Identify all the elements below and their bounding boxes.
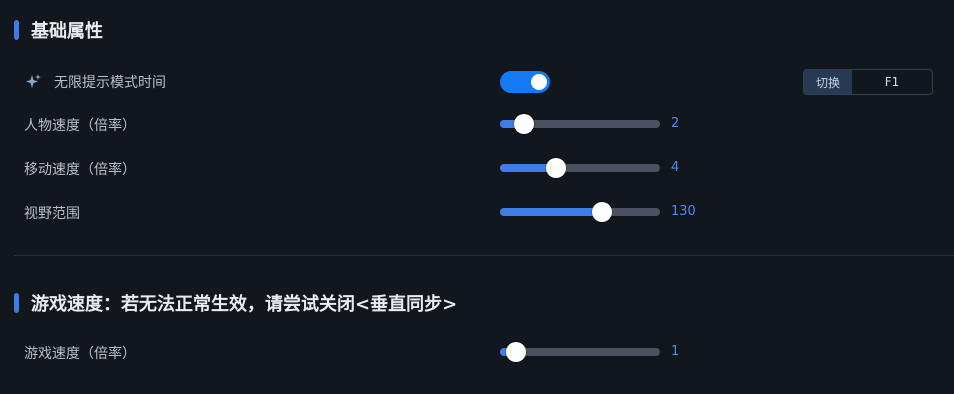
section-divider <box>14 255 954 256</box>
setting-label: 移动速度（倍率） <box>24 162 136 178</box>
section-title-basic: 基础属性 <box>14 17 103 43</box>
section-accent-bar <box>14 293 19 313</box>
hotkey-binding[interactable]: 切换 F1 <box>803 69 933 95</box>
setting-row-view-range: 视野范围 130 <box>24 198 934 228</box>
sparkle-icon <box>26 74 41 88</box>
slider-thumb[interactable] <box>546 158 566 178</box>
setting-label: 人物速度（倍率） <box>24 118 136 134</box>
section-title-game-speed: 游戏速度：若无法正常生效，请尝试关闭<垂直同步> <box>14 290 457 316</box>
section-title-text: 游戏速度：若无法正常生效，请尝试关闭<垂直同步> <box>31 294 458 315</box>
slider-thumb[interactable] <box>506 342 526 362</box>
slider-thumb[interactable] <box>514 114 534 134</box>
slider-value: 4 <box>671 160 680 175</box>
slider-value: 2 <box>671 116 680 131</box>
slider-value: 1 <box>671 344 680 359</box>
section-accent-bar <box>14 20 19 40</box>
character-speed-slider[interactable] <box>500 114 660 134</box>
setting-row-move-speed: 移动速度（倍率） 4 <box>24 154 934 184</box>
move-speed-slider[interactable] <box>500 158 660 178</box>
hotkey-key[interactable]: F1 <box>852 70 932 94</box>
slider-thumb[interactable] <box>592 202 613 222</box>
toggle-knob <box>531 74 547 90</box>
setting-label: 无限提示模式时间 <box>54 75 166 91</box>
infinite-hint-toggle[interactable] <box>500 71 550 93</box>
setting-label: 视野范围 <box>24 206 80 222</box>
game-speed-slider[interactable] <box>500 342 660 362</box>
setting-label: 游戏速度（倍率） <box>24 346 136 362</box>
section-title-text: 基础属性 <box>31 21 103 42</box>
setting-row-infinite-hint: 无限提示模式时间 切换 F1 <box>24 67 934 97</box>
slider-fill <box>500 208 603 216</box>
setting-row-game-speed: 游戏速度（倍率） 1 <box>24 338 934 368</box>
setting-row-character-speed: 人物速度（倍率） 2 <box>24 110 934 140</box>
view-range-slider[interactable] <box>500 202 660 222</box>
slider-value: 130 <box>671 204 696 219</box>
hotkey-action-label: 切换 <box>804 70 852 94</box>
